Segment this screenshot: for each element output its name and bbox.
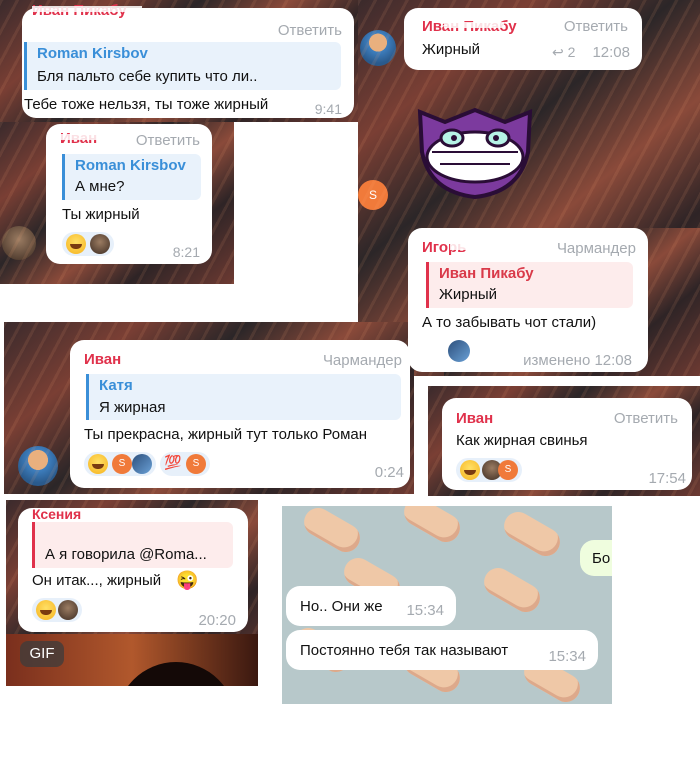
message-bubble[interactable]: Иван Ответить Как жирная свинья S 17:54: [442, 398, 692, 490]
chat-panel-1: Иван Пикабу Ответить Roman Kirsbov Бля п…: [0, 0, 358, 122]
redaction: [60, 134, 120, 140]
message-text: Постоянно тебя так называют: [300, 642, 509, 659]
message-text: А то забывать чот стали): [422, 314, 597, 331]
cheshire-cat-sticker[interactable]: [410, 92, 540, 204]
message-text: Ты жирный: [62, 206, 140, 223]
sender-name[interactable]: Иван: [456, 410, 493, 427]
redaction: [450, 244, 520, 250]
reply-link[interactable]: Ответить: [614, 410, 678, 427]
message-time: 8:21: [172, 244, 200, 260]
reactor-avatar: [58, 600, 78, 620]
chat-panel-5: Иван Чармандер Катя Я жирная Ты прекрасн…: [4, 322, 414, 494]
redaction: [32, 6, 142, 12]
reactor-avatar: [90, 234, 110, 254]
quote-text: А мне?: [75, 178, 125, 195]
message-bubble[interactable]: Иван Пикабу Ответить Жирный ↩ 2 12:08: [404, 8, 642, 70]
quoted-message[interactable]: Катя Я жирная: [86, 374, 401, 420]
quote-text: Жирный: [439, 286, 498, 303]
reaction-group[interactable]: S: [456, 458, 522, 482]
message-time: изменено 12:08: [523, 352, 632, 369]
chat-panel-8: Но.. Они же 15:34 Постоянно тебя так наз…: [282, 506, 612, 704]
reaction-group[interactable]: [32, 598, 82, 622]
message-bubble[interactable]: Иван Ответить Roman Kirsbov А мне? Ты жи…: [46, 124, 212, 264]
message-text: Он итак..., жирный: [32, 572, 162, 589]
member-title: Чармандер: [322, 352, 402, 369]
quote-author: Roman Kirsbov: [37, 45, 148, 62]
user-avatar[interactable]: S: [358, 180, 388, 210]
pattern-shape: [299, 506, 365, 558]
message-bubble[interactable]: Ксения А я говорила @Roma... Он итак...,…: [18, 506, 248, 632]
message-time: 20:20: [198, 612, 236, 629]
member-title: Чармандер: [556, 240, 636, 257]
message-bubble[interactable]: Иван Чармандер Катя Я жирная Ты прекрасн…: [70, 340, 410, 488]
avatar-letter: S: [192, 458, 200, 469]
reply-count[interactable]: ↩ 2: [552, 44, 575, 61]
user-avatar[interactable]: [360, 30, 396, 66]
message-time: 15:34: [548, 648, 586, 665]
message-bubble[interactable]: Постоянно тебя так называют 15:34: [286, 630, 598, 670]
reaction-group[interactable]: 💯 S: [160, 452, 210, 476]
quote-author: Roman Kirsbov: [75, 157, 186, 174]
message-bubble[interactable]: Но.. Они же 15:34: [286, 586, 456, 626]
chat-panel-6: Иван Ответить Как жирная свинья S 17:54: [428, 386, 700, 496]
message-time: 0:24: [374, 464, 404, 481]
grin-emoji-icon: [88, 454, 108, 474]
message-time: 9:41: [314, 101, 342, 117]
avatar-letter: S: [118, 458, 126, 469]
reactor-avatar: S: [498, 460, 518, 480]
reply-link[interactable]: Ответить: [564, 18, 628, 35]
quote-author: Иван Пикабу: [439, 265, 534, 282]
message-time: 15:34: [406, 602, 444, 619]
message-bubble[interactable]: Иван Пикабу Ответить Roman Kirsbov Бля п…: [22, 2, 354, 118]
message-text: Жирный: [422, 41, 481, 58]
reaction-group[interactable]: [62, 232, 114, 256]
user-avatar[interactable]: [18, 446, 58, 486]
chat-panel-3: Иван Ответить Roman Kirsbov А мне? Ты жи…: [0, 122, 234, 284]
grin-emoji-icon: [36, 600, 56, 620]
message-time: 17:54: [648, 470, 686, 487]
message-text: Бо: [592, 550, 611, 567]
sender-name[interactable]: Ксения: [32, 506, 81, 522]
quote-text: А я говорила @Roma...: [45, 546, 207, 563]
gif-dark-shape: [116, 662, 236, 686]
reply-link[interactable]: Ответить: [278, 22, 342, 39]
reaction-group[interactable]: S: [84, 452, 156, 476]
quote-text: Я жирная: [99, 399, 166, 416]
message-text: Но.. Они же: [300, 598, 383, 615]
gif-badge[interactable]: GIF: [20, 641, 64, 667]
user-avatar[interactable]: [2, 226, 36, 260]
reactor-avatar: S: [186, 454, 206, 474]
pattern-shape: [399, 506, 465, 548]
reply-link[interactable]: Ответить: [136, 132, 200, 149]
reactor-avatar: S: [112, 454, 132, 474]
message-bubble[interactable]: Игорь Чармандер Иван Пикабу Жирный А то …: [408, 228, 648, 372]
reactor-avatar[interactable]: [448, 340, 470, 362]
pattern-shape: [479, 562, 545, 618]
message-text: Ты прекрасна, жирный тут только Роман: [84, 426, 368, 443]
wink-emoji-icon: 😜: [176, 570, 199, 590]
pattern-shape: [499, 506, 565, 562]
quoted-message[interactable]: А я говорила @Roma...: [32, 522, 233, 568]
redaction: [130, 356, 190, 362]
avatar-letter: S: [504, 464, 512, 475]
hundred-emoji-icon: 💯: [164, 454, 182, 470]
quoted-message[interactable]: Roman Kirsbov А мне?: [62, 154, 201, 200]
quoted-message[interactable]: Roman Kirsbov Бля пальто себе купить что…: [24, 42, 341, 90]
quote-author: Катя: [99, 377, 133, 394]
message-text: Тебе тоже нельзя, ты тоже жирный: [24, 96, 269, 113]
message-bubble[interactable]: Бо: [580, 540, 612, 576]
grin-emoji-icon: [460, 460, 480, 480]
quote-text: Бля пальто себе купить что ли..: [37, 68, 258, 85]
message-text: Как жирная свинья: [456, 432, 588, 449]
grin-emoji-icon: [66, 234, 86, 254]
redaction: [444, 22, 504, 28]
message-time: 12:08: [592, 44, 630, 61]
avatar-letter: S: [368, 188, 377, 202]
reactor-avatar: [132, 454, 152, 474]
redaction: [502, 414, 542, 420]
quoted-message[interactable]: Иван Пикабу Жирный: [426, 262, 633, 308]
sender-name[interactable]: Иван: [84, 351, 121, 368]
